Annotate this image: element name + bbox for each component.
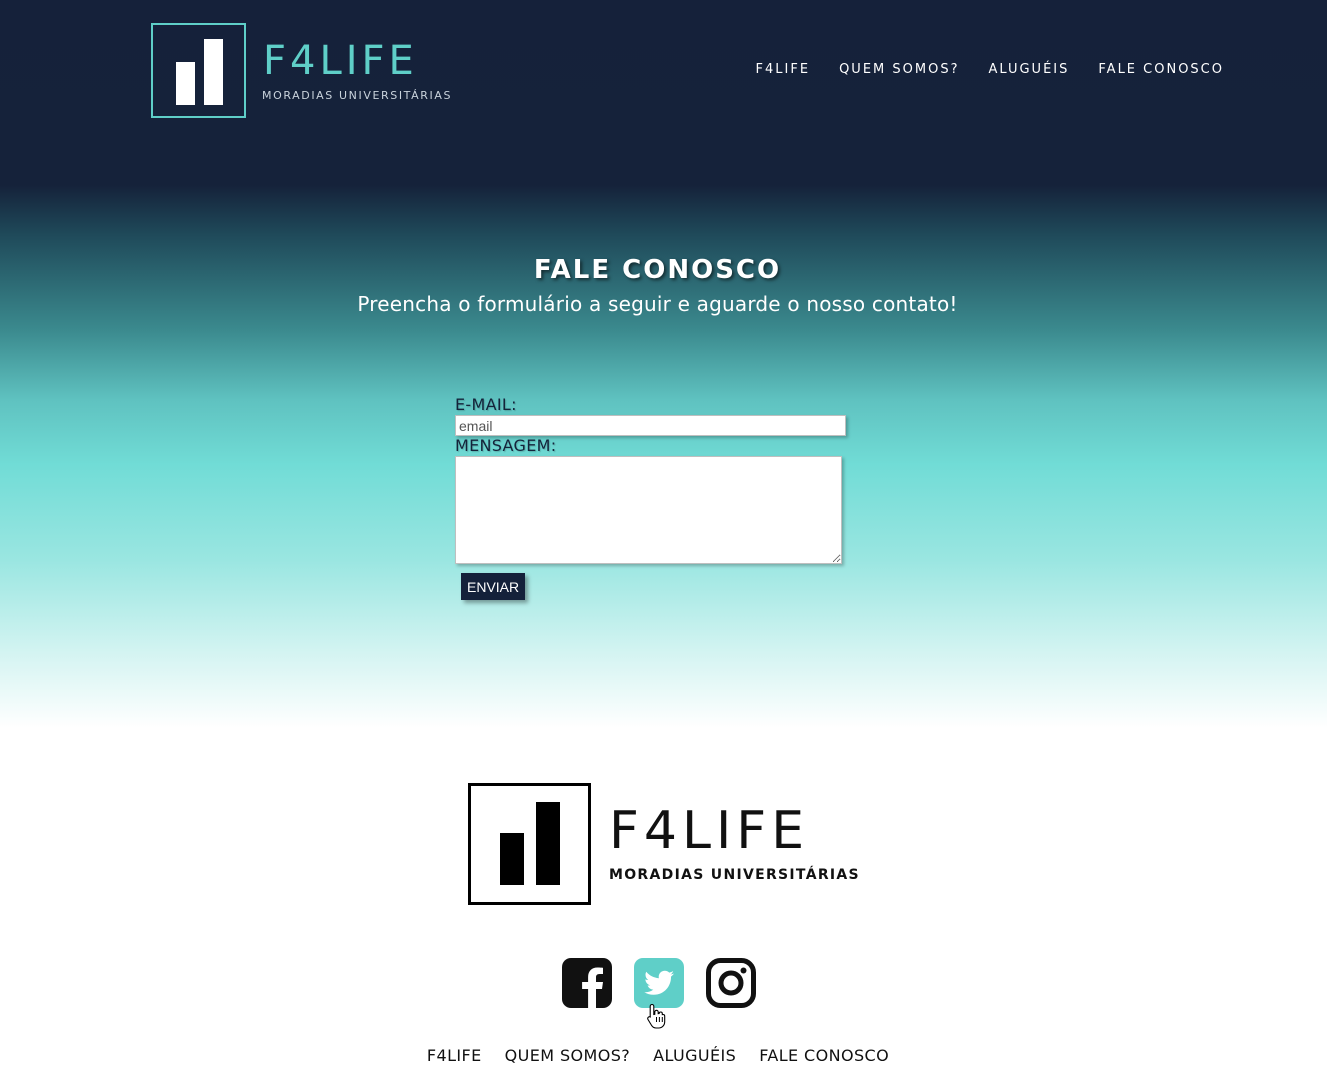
header-nav: F4LIFE QUEM SOMOS? ALUGUÉIS FALE CONOSCO [756, 62, 1224, 78]
footer-link-fale-conosco[interactable]: FALE CONOSCO [759, 1046, 889, 1065]
message-textarea[interactable] [455, 456, 842, 564]
footer-link-f4life[interactable]: F4LIFE [427, 1046, 482, 1065]
instagram-icon [706, 958, 756, 1008]
footer-brand-name: F4LIFE [609, 801, 810, 861]
nav-link-quem-somos[interactable]: QUEM SOMOS? [839, 62, 959, 78]
facebook-icon [562, 958, 612, 1008]
page-subtitle: Preencha o formulário a seguir e aguarde… [357, 292, 958, 316]
footer-link-quem-somos[interactable]: QUEM SOMOS? [505, 1046, 631, 1065]
nav-link-fale-conosco[interactable]: FALE CONOSCO [1098, 62, 1224, 78]
facebook-link[interactable] [562, 958, 612, 1008]
nav-link-f4life[interactable]: F4LIFE [756, 62, 811, 78]
footer-logo[interactable]: F4LIFE MORADIAS UNIVERSITÁRIAS [468, 783, 868, 905]
submit-button[interactable]: ENVIAR [461, 573, 526, 600]
header-logo[interactable]: F4LIFE MORADIAS UNIVERSITÁRIAS [151, 23, 461, 118]
brand-subtitle: MORADIAS UNIVERSITÁRIAS [262, 89, 453, 102]
hand-cursor-icon [647, 1003, 666, 1029]
brand-name: F4LIFE [263, 38, 418, 84]
footer-brand-subtitle: MORADIAS UNIVERSITÁRIAS [609, 867, 860, 883]
email-field[interactable] [455, 415, 846, 436]
footer-nav: F4LIFE QUEM SOMOS? ALUGUÉIS FALE CONOSCO [0, 1046, 1316, 1065]
instagram-link[interactable] [706, 958, 756, 1008]
logo-mark-icon [468, 783, 591, 905]
twitter-link[interactable] [634, 958, 684, 1008]
social-links [562, 958, 756, 1008]
nav-link-alugueis[interactable]: ALUGUÉIS [988, 62, 1069, 78]
logo-mark-icon [151, 23, 246, 118]
contact-form: E-MAIL: MENSAGEM: ENVIAR [455, 396, 850, 600]
email-label: E-MAIL: [455, 395, 517, 414]
page-title: FALE CONOSCO [533, 255, 782, 285]
message-label: MENSAGEM: [455, 436, 557, 455]
footer-link-alugueis[interactable]: ALUGUÉIS [653, 1046, 736, 1065]
twitter-icon [634, 958, 684, 1008]
